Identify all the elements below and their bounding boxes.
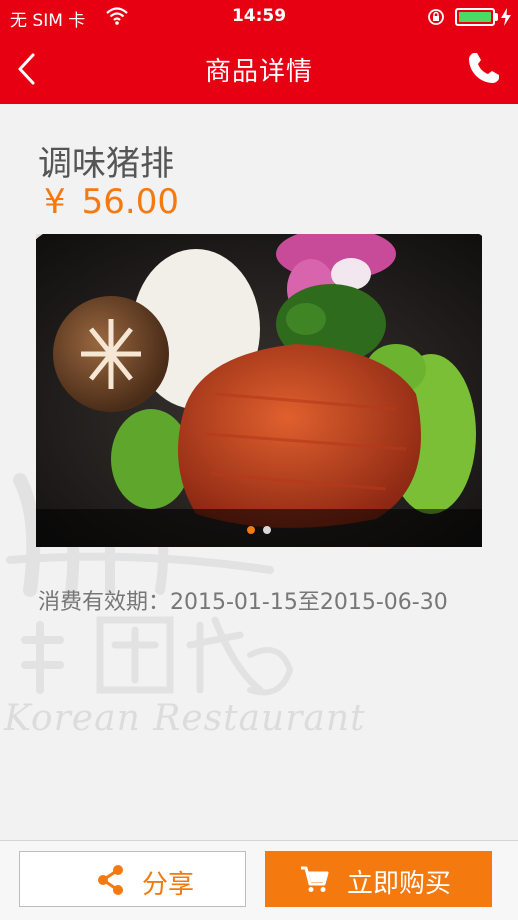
product-price: ¥56.00 [44, 182, 179, 222]
bottom-action-bar: 分享 立即购买 [0, 840, 518, 920]
share-icon [98, 865, 123, 895]
carousel-dot[interactable] [263, 526, 271, 534]
page-title: 商品详情 [204, 57, 313, 87]
header-bar: 无 SIM 卡 14:59 商品详情 [0, 0, 518, 104]
phone-call-button[interactable] [466, 50, 502, 86]
price-value: 56.00 [81, 182, 179, 222]
rotation-lock-icon [428, 9, 444, 25]
product-image-carousel[interactable] [36, 234, 482, 547]
validity-period: 消费有效期：2015-01-15至2015-06-30 [38, 590, 448, 615]
buy-now-label: 立即购买 [347, 869, 452, 899]
battery-cap [495, 13, 498, 21]
battery-icon [455, 8, 495, 26]
pork-chop-photo [36, 234, 482, 547]
navigation-bar: 商品详情 [0, 34, 518, 104]
restaurant-logo-watermark-text: Korean Restaurant [4, 698, 366, 739]
charging-bolt-icon [501, 8, 511, 26]
carousel-indicator-bar [36, 509, 482, 547]
carousel-dot-active[interactable] [247, 526, 255, 534]
status-bar: 无 SIM 卡 14:59 [0, 0, 518, 34]
share-button[interactable]: 分享 [19, 851, 246, 907]
share-label: 分享 [142, 870, 195, 900]
product-name: 调味猪排 [38, 144, 174, 184]
currency-symbol: ¥ [44, 182, 66, 222]
battery-fill [459, 12, 491, 22]
cart-icon [301, 866, 329, 892]
buy-now-button[interactable]: 立即购买 [265, 851, 492, 907]
